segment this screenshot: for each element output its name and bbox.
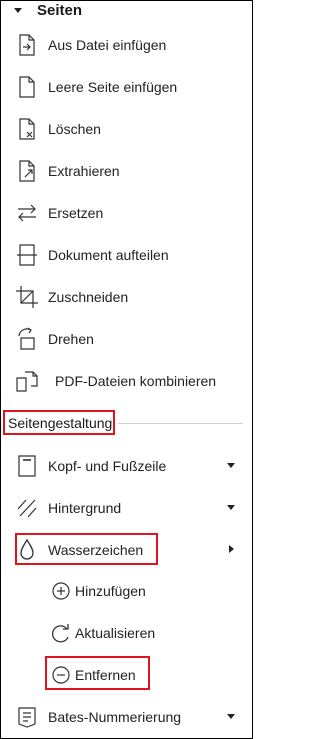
- menu-item-label: Drehen: [48, 331, 94, 347]
- submenu-item-update[interactable]: Aktualisieren: [0, 617, 251, 649]
- insert-from-file-icon: [14, 32, 40, 58]
- menu-item-split-document[interactable]: Dokument aufteilen: [0, 239, 251, 271]
- menu-item-crop[interactable]: Zuschneiden: [0, 281, 251, 313]
- crop-icon: [14, 284, 40, 310]
- section-header-pages[interactable]: Seiten: [14, 0, 82, 20]
- menu-item-insert-from-file[interactable]: Aus Datei einfügen: [0, 29, 251, 61]
- menu-item-replace[interactable]: Ersetzen: [0, 197, 251, 229]
- menu-item-header-footer[interactable]: Kopf- und Fußzeile: [0, 450, 251, 482]
- highlight-box: [15, 533, 158, 565]
- highlight-box: [3, 410, 115, 435]
- menu-item-label: Zuschneiden: [48, 289, 129, 305]
- collapse-caret-icon[interactable]: [14, 7, 22, 13]
- menu-item-label: Aus Datei einfügen: [48, 37, 167, 53]
- chevron-down-icon[interactable]: [227, 714, 235, 719]
- menu-item-label: Bates-Nummerierung: [48, 709, 182, 725]
- extract-page-icon: [14, 158, 40, 184]
- refresh-icon: [48, 620, 74, 646]
- blank-page-icon: [14, 74, 40, 100]
- menu-item-label: Ersetzen: [48, 205, 104, 221]
- menu-item-rotate[interactable]: Drehen: [0, 323, 251, 355]
- menu-item-label: Dokument aufteilen: [48, 247, 169, 263]
- combine-files-icon: [14, 368, 40, 394]
- delete-page-icon: [14, 116, 40, 142]
- menu-item-label: Löschen: [48, 121, 101, 137]
- menu-item-label: Extrahieren: [48, 163, 120, 179]
- menu-item-label: Kopf- und Fußzeile: [48, 458, 167, 474]
- submenu-item-label: Hinzufügen: [75, 583, 146, 599]
- submenu-item-add[interactable]: Hinzufügen: [0, 575, 251, 607]
- add-circle-icon: [48, 578, 74, 604]
- rotate-icon: [14, 326, 40, 352]
- divider: [118, 423, 243, 424]
- menu-item-label: Leere Seite einfügen: [48, 79, 178, 95]
- menu-item-label: Hintergrund: [48, 500, 122, 516]
- menu-item-label: PDF-Dateien kombinieren: [55, 373, 217, 389]
- menu-item-delete[interactable]: Löschen: [0, 113, 251, 145]
- split-document-icon: [14, 242, 40, 268]
- menu-item-combine-files[interactable]: PDF-Dateien kombinieren: [0, 365, 251, 397]
- highlight-box: [45, 656, 150, 690]
- section-title: Seiten: [37, 1, 83, 19]
- replace-icon: [14, 200, 40, 226]
- chevron-down-icon[interactable]: [227, 505, 235, 510]
- menu-item-background[interactable]: Hintergrund: [0, 492, 251, 524]
- chevron-down-icon[interactable]: [227, 463, 235, 468]
- menu-item-blank-page[interactable]: Leere Seite einfügen: [0, 71, 251, 103]
- submenu-item-label: Aktualisieren: [75, 625, 156, 641]
- chevron-right-icon[interactable]: [229, 545, 234, 553]
- menu-item-bates-numbering[interactable]: Bates-Nummerierung: [0, 701, 251, 733]
- header-footer-icon: [14, 453, 40, 479]
- background-icon: [14, 495, 40, 521]
- menu-item-extract[interactable]: Extrahieren: [0, 155, 251, 187]
- bates-numbering-icon: [14, 704, 40, 730]
